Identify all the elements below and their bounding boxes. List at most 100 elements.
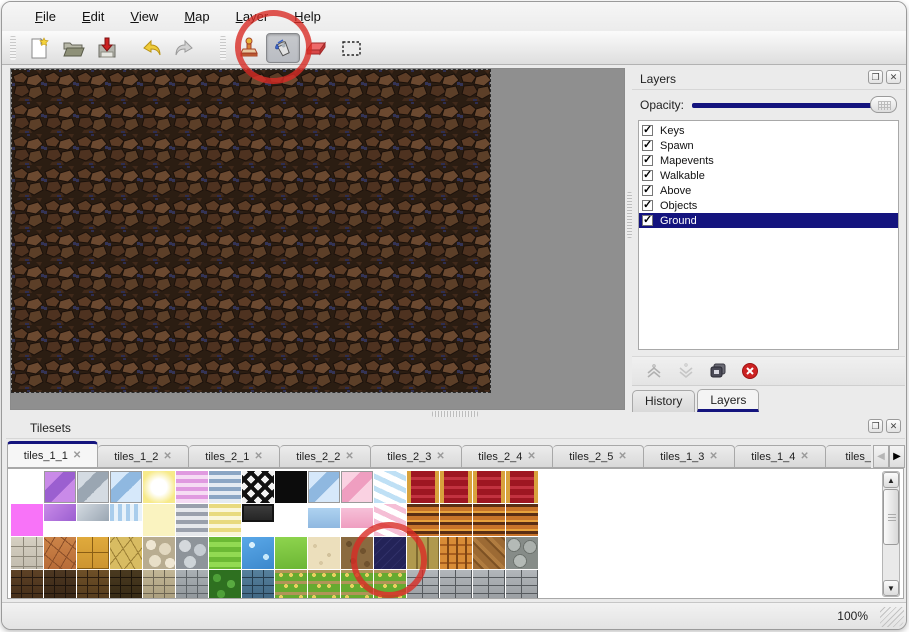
resize-grip[interactable] bbox=[880, 607, 904, 627]
palette-tile-glass-gray[interactable] bbox=[77, 471, 109, 503]
palette-tile-hedge[interactable] bbox=[209, 570, 241, 599]
layer-row-spawn[interactable]: ✓Spawn bbox=[639, 138, 898, 153]
tileset-tab-tiles_2_2[interactable]: tiles_2_2✕ bbox=[280, 445, 371, 468]
palette-tile-stripes-diag-blue[interactable] bbox=[374, 471, 406, 503]
palette-tile-stripes-pink[interactable] bbox=[176, 471, 208, 503]
palette-tile-path-flowers[interactable] bbox=[308, 570, 340, 599]
tileset-tab-tiles_2_1[interactable]: tiles_2_1✕ bbox=[189, 445, 280, 468]
palette-tile-curtain-red[interactable] bbox=[506, 471, 538, 503]
rect-select-tool-button[interactable] bbox=[334, 33, 368, 63]
palette-tile-brick-blue[interactable] bbox=[242, 570, 274, 599]
menu-item-map[interactable]: Map bbox=[171, 5, 222, 28]
palette-tile-pale-yellow[interactable] bbox=[143, 504, 175, 536]
palette-tile-brick-brown[interactable] bbox=[77, 570, 109, 599]
tileset-tab-tiles_1_[interactable]: tiles_1_✕ bbox=[826, 445, 871, 468]
palette-tile-glass-purple[interactable] bbox=[44, 471, 76, 503]
palette-tile-brick-beige[interactable] bbox=[143, 570, 175, 599]
tileset-tab-tiles_1_2[interactable]: tiles_1_2✕ bbox=[98, 445, 189, 468]
palette-tile-brick-gray[interactable] bbox=[176, 570, 208, 599]
palette-tile-curtain-red[interactable] bbox=[473, 471, 505, 503]
palette-tile-stripes-blue[interactable] bbox=[209, 471, 241, 503]
palette-tile-planks-gray[interactable] bbox=[473, 570, 505, 599]
scroll-tabs-right-button[interactable]: ▶ bbox=[889, 445, 905, 468]
palette-tile-stone-blocks[interactable] bbox=[11, 537, 43, 569]
dock-tab-layers[interactable]: Layers bbox=[697, 389, 759, 412]
close-tab-icon[interactable]: ✕ bbox=[254, 451, 262, 462]
tileset-tab-tiles_1_3[interactable]: tiles_1_3✕ bbox=[644, 445, 735, 468]
palette-tile-brick-brown2[interactable] bbox=[44, 570, 76, 599]
palette-tile-stones-gray[interactable] bbox=[176, 537, 208, 569]
palette-tile-lattice[interactable] bbox=[242, 471, 274, 503]
layer-row-walkable[interactable]: ✓Walkable bbox=[639, 168, 898, 183]
menu-item-edit[interactable]: Edit bbox=[69, 5, 117, 28]
opacity-slider-track[interactable] bbox=[692, 103, 895, 108]
palette-tile-white[interactable] bbox=[275, 504, 307, 536]
layer-visibility-checkbox[interactable]: ✓ bbox=[642, 215, 653, 226]
save-file-button[interactable] bbox=[90, 33, 124, 63]
layer-row-objects[interactable]: ✓Objects bbox=[639, 198, 898, 213]
tileset-tab-tiles_2_5[interactable]: tiles_2_5✕ bbox=[553, 445, 644, 468]
palette-tile-stripes-orange[interactable] bbox=[506, 504, 538, 536]
palette-tile-brick-olive[interactable] bbox=[110, 570, 142, 599]
move-layer-up-button[interactable] bbox=[644, 362, 664, 380]
layer-row-ground[interactable]: ✓Ground bbox=[639, 213, 898, 228]
map-canvas-view[interactable] bbox=[10, 68, 625, 410]
palette-tile-stripes-yellow[interactable] bbox=[209, 504, 241, 536]
toolbar-drag-handle[interactable] bbox=[220, 36, 226, 60]
palette-tile-black[interactable] bbox=[275, 471, 307, 503]
palette-tile-logs[interactable] bbox=[506, 537, 538, 569]
palette-tile-glass-blue[interactable] bbox=[308, 471, 340, 503]
menu-item-file[interactable]: File bbox=[22, 5, 69, 28]
close-panel-icon[interactable]: ✕ bbox=[886, 70, 901, 84]
scroll-tabs-left-button[interactable]: ◀ bbox=[873, 445, 889, 468]
palette-scrollbar[interactable]: ▲ ▼ bbox=[882, 471, 900, 597]
palette-tile-grass[interactable] bbox=[275, 537, 307, 569]
tileset-tab-tiles_1_4[interactable]: tiles_1_4✕ bbox=[735, 445, 826, 468]
layer-visibility-checkbox[interactable]: ✓ bbox=[642, 155, 653, 166]
dock-tab-history[interactable]: History bbox=[632, 390, 695, 412]
layer-visibility-checkbox[interactable]: ✓ bbox=[642, 185, 653, 196]
palette-tile-stripes-orange[interactable] bbox=[440, 504, 472, 536]
layer-row-keys[interactable]: ✓Keys bbox=[639, 123, 898, 138]
close-tab-icon[interactable]: ✕ bbox=[709, 451, 717, 462]
scroll-up-button[interactable]: ▲ bbox=[883, 472, 899, 488]
palette-tile-half-gray[interactable] bbox=[77, 504, 109, 536]
float-panel-icon[interactable]: ❐ bbox=[868, 419, 883, 433]
palette-tile-path-flowers[interactable] bbox=[275, 570, 307, 599]
scroll-down-button[interactable]: ▼ bbox=[883, 580, 899, 596]
layer-row-above[interactable]: ✓Above bbox=[639, 183, 898, 198]
close-tab-icon[interactable]: ✕ bbox=[436, 451, 444, 462]
layer-visibility-checkbox[interactable]: ✓ bbox=[642, 170, 653, 181]
palette-tile-half-purple[interactable] bbox=[44, 504, 76, 536]
palette-tile-white[interactable] bbox=[11, 471, 43, 503]
palette-tile-tiles-gold[interactable] bbox=[77, 537, 109, 569]
close-tab-icon[interactable]: ✕ bbox=[73, 450, 81, 461]
palette-tile-curtain-red[interactable] bbox=[407, 471, 439, 503]
layer-visibility-checkbox[interactable]: ✓ bbox=[642, 200, 653, 211]
palette-tile-water[interactable] bbox=[242, 537, 274, 569]
palette-tile-grass-rows[interactable] bbox=[209, 537, 241, 569]
close-tab-icon[interactable]: ✕ bbox=[163, 451, 171, 462]
palette-tile-stone-cracked[interactable] bbox=[110, 537, 142, 569]
palette-tile-sign-dark[interactable] bbox=[242, 504, 274, 522]
palette-tile-half-blue[interactable] bbox=[308, 504, 340, 536]
palette-tile-curtain-red[interactable] bbox=[440, 471, 472, 503]
palette-tile-glow-yellow[interactable] bbox=[143, 471, 175, 503]
new-file-button[interactable] bbox=[22, 33, 56, 63]
close-tab-icon[interactable]: ✕ bbox=[800, 451, 808, 462]
palette-tile-stone-orange[interactable] bbox=[44, 537, 76, 569]
scrollbar-thumb[interactable] bbox=[883, 489, 899, 545]
palette-tile-pebbles[interactable] bbox=[143, 537, 175, 569]
close-tab-icon[interactable]: ✕ bbox=[345, 451, 353, 462]
palette-tile-magenta[interactable] bbox=[11, 504, 43, 536]
palette-tile-brick-darkbrown[interactable] bbox=[11, 570, 43, 599]
palette-tile-stripes-orange[interactable] bbox=[473, 504, 505, 536]
palette-tile-planks-gray[interactable] bbox=[506, 570, 538, 599]
toolbar-drag-handle[interactable] bbox=[10, 36, 16, 60]
palette-tile-planks-gray[interactable] bbox=[440, 570, 472, 599]
palette-tile-glass-blue[interactable] bbox=[110, 471, 142, 503]
close-tab-icon[interactable]: ✕ bbox=[618, 451, 626, 462]
palette-tile-weave[interactable] bbox=[440, 537, 472, 569]
map-canvas[interactable] bbox=[12, 70, 490, 392]
layer-visibility-checkbox[interactable]: ✓ bbox=[642, 140, 653, 151]
